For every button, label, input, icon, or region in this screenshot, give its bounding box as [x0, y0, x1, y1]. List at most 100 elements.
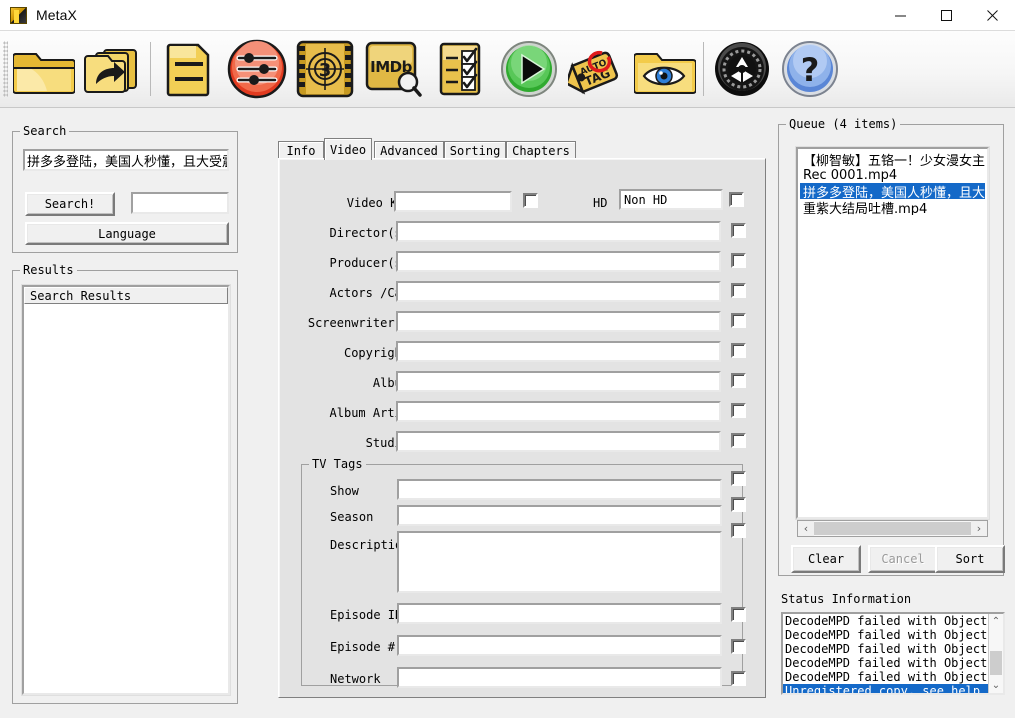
tab-video[interactable]: Video: [324, 138, 372, 160]
language-select[interactable]: [131, 192, 229, 214]
auto-tag-button[interactable]: AUTO TAG: [563, 35, 631, 103]
imdb-magnifier-icon: IMDb: [364, 40, 422, 98]
checklist-button[interactable]: [427, 35, 495, 103]
album-label: Album: [299, 375, 409, 391]
status-vertical-scrollbar[interactable]: ⌃ ⌄: [988, 614, 1003, 693]
svg-text:?: ?: [801, 51, 820, 89]
description-checkbox[interactable]: [731, 523, 746, 538]
status-line-selected[interactable]: Unregistered copy, see help file: [783, 684, 1003, 695]
copyright-input[interactable]: [396, 341, 721, 362]
producers-label: Producer(s): [299, 255, 409, 271]
tv-tags-group: TV Tags Show Season Description Episode …: [301, 464, 743, 686]
copyright-checkbox[interactable]: [731, 343, 746, 358]
scroll-thumb[interactable]: [814, 522, 971, 535]
network-input[interactable]: [397, 667, 722, 688]
status-information-label: Status Information: [781, 592, 911, 606]
clear-button[interactable]: Clear: [791, 545, 861, 573]
album-input[interactable]: [396, 371, 721, 392]
folder-arrow-icon: [82, 42, 142, 96]
sort-button[interactable]: Sort: [935, 545, 1005, 573]
description-textarea[interactable]: [397, 531, 722, 593]
status-line: DecodeMPD failed with Object refe: [783, 614, 1003, 628]
status-information-list[interactable]: DecodeMPD failed with Object refe Decode…: [781, 612, 1005, 695]
album-artist-input[interactable]: [396, 401, 721, 422]
episode-id-checkbox[interactable]: [731, 607, 746, 622]
search-input[interactable]: 拼多多登陆，美国人秒懂，且大受震撼: [23, 149, 229, 171]
screenwriters-input[interactable]: [396, 311, 721, 332]
screenwriters-checkbox[interactable]: [731, 313, 746, 328]
movie-lookup-button[interactable]: 3: [291, 35, 359, 103]
hd-select[interactable]: Non HD: [619, 189, 723, 210]
maximize-button[interactable]: [923, 0, 969, 31]
scroll-down-icon[interactable]: ⌄: [989, 678, 1003, 693]
show-input[interactable]: [397, 479, 722, 500]
scroll-thumb[interactable]: [990, 651, 1002, 675]
open-recent-button[interactable]: [78, 35, 146, 103]
network-checkbox[interactable]: [731, 671, 746, 686]
hd-checkbox[interactable]: [729, 192, 744, 207]
scroll-track[interactable]: [989, 629, 1003, 678]
queue-list[interactable]: 【柳智敏】五铬一！少女漫女主... Rec 0001.mp4 拼多多登陆，美国人…: [796, 147, 989, 519]
album-artist-checkbox[interactable]: [731, 403, 746, 418]
search-group-label: Search: [20, 124, 69, 138]
video-kind-select[interactable]: [394, 191, 512, 212]
video-kind-checkbox[interactable]: [523, 193, 538, 208]
cancel-button: Cancel: [868, 545, 938, 573]
tools-button[interactable]: [708, 35, 776, 103]
episode-number-checkbox[interactable]: [731, 639, 746, 654]
tab-chapters[interactable]: Chapters: [506, 141, 576, 159]
producers-input[interactable]: [396, 251, 721, 272]
studio-input[interactable]: [396, 431, 721, 452]
directors-input[interactable]: [396, 221, 721, 242]
toolbar-separator: [703, 42, 704, 96]
close-button[interactable]: [969, 0, 1015, 31]
scroll-up-icon[interactable]: ⌃: [989, 614, 1003, 629]
window-controls: [877, 0, 1015, 31]
episode-id-input[interactable]: [397, 603, 722, 624]
season-checkbox[interactable]: [731, 497, 746, 512]
toolbar-grip[interactable]: [3, 41, 8, 97]
help-button[interactable]: ?: [776, 35, 844, 103]
question-mark-icon: ?: [781, 40, 839, 98]
queue-item[interactable]: 【柳智敏】五铬一！少女漫女主...: [800, 151, 985, 167]
queue-group-label: Queue (4 items): [786, 117, 900, 131]
checklist-icon: [438, 41, 484, 97]
search-button[interactable]: Search!: [25, 192, 115, 216]
tv-tags-group-label: TV Tags: [309, 457, 366, 471]
tab-sorting[interactable]: Sorting: [444, 141, 506, 159]
scroll-left-icon[interactable]: ‹: [798, 521, 814, 536]
search-results-list[interactable]: Search Results: [22, 285, 230, 695]
directors-checkbox[interactable]: [731, 223, 746, 238]
search-results-column-header[interactable]: Search Results: [24, 287, 228, 304]
producers-checkbox[interactable]: [731, 253, 746, 268]
album-checkbox[interactable]: [731, 373, 746, 388]
actors-input[interactable]: [396, 281, 721, 302]
search-group: Search 拼多多登陆，美国人秒懂，且大受震撼 Search! Languag…: [12, 131, 238, 253]
scroll-right-icon[interactable]: ›: [971, 521, 987, 536]
tab-info[interactable]: Info: [278, 141, 324, 159]
metadata-button[interactable]: [155, 35, 223, 103]
language-button[interactable]: Language: [25, 222, 229, 245]
settings-button[interactable]: [223, 35, 291, 103]
open-folder-button[interactable]: [10, 35, 78, 103]
metax-app-icon: [10, 7, 27, 24]
queue-item[interactable]: Rec 0001.mp4: [800, 167, 985, 183]
preview-folder-button[interactable]: [631, 35, 699, 103]
queue-horizontal-scrollbar[interactable]: ‹ ›: [797, 520, 988, 537]
tab-advanced[interactable]: Advanced: [374, 141, 444, 159]
queue-item-selected[interactable]: 拼多多登陆，美国人秒懂，且大...: [800, 183, 985, 199]
hd-label: HD: [593, 195, 615, 211]
minimize-button[interactable]: [877, 0, 923, 31]
results-group: Results Search Results: [12, 270, 238, 704]
queue-item[interactable]: 重紫大结局吐槽.mp4: [800, 199, 985, 215]
season-input[interactable]: [397, 505, 722, 526]
episode-number-input[interactable]: [397, 635, 722, 656]
start-tagging-button[interactable]: [495, 35, 563, 103]
toolbar-separator: [150, 42, 151, 96]
actors-checkbox[interactable]: [731, 283, 746, 298]
status-line: DecodeMPD failed with Object refe: [783, 670, 1003, 684]
studio-checkbox[interactable]: [731, 433, 746, 448]
imdb-search-button[interactable]: IMDb: [359, 35, 427, 103]
copyright-label: Copyright: [299, 345, 409, 361]
show-checkbox[interactable]: [731, 471, 746, 486]
